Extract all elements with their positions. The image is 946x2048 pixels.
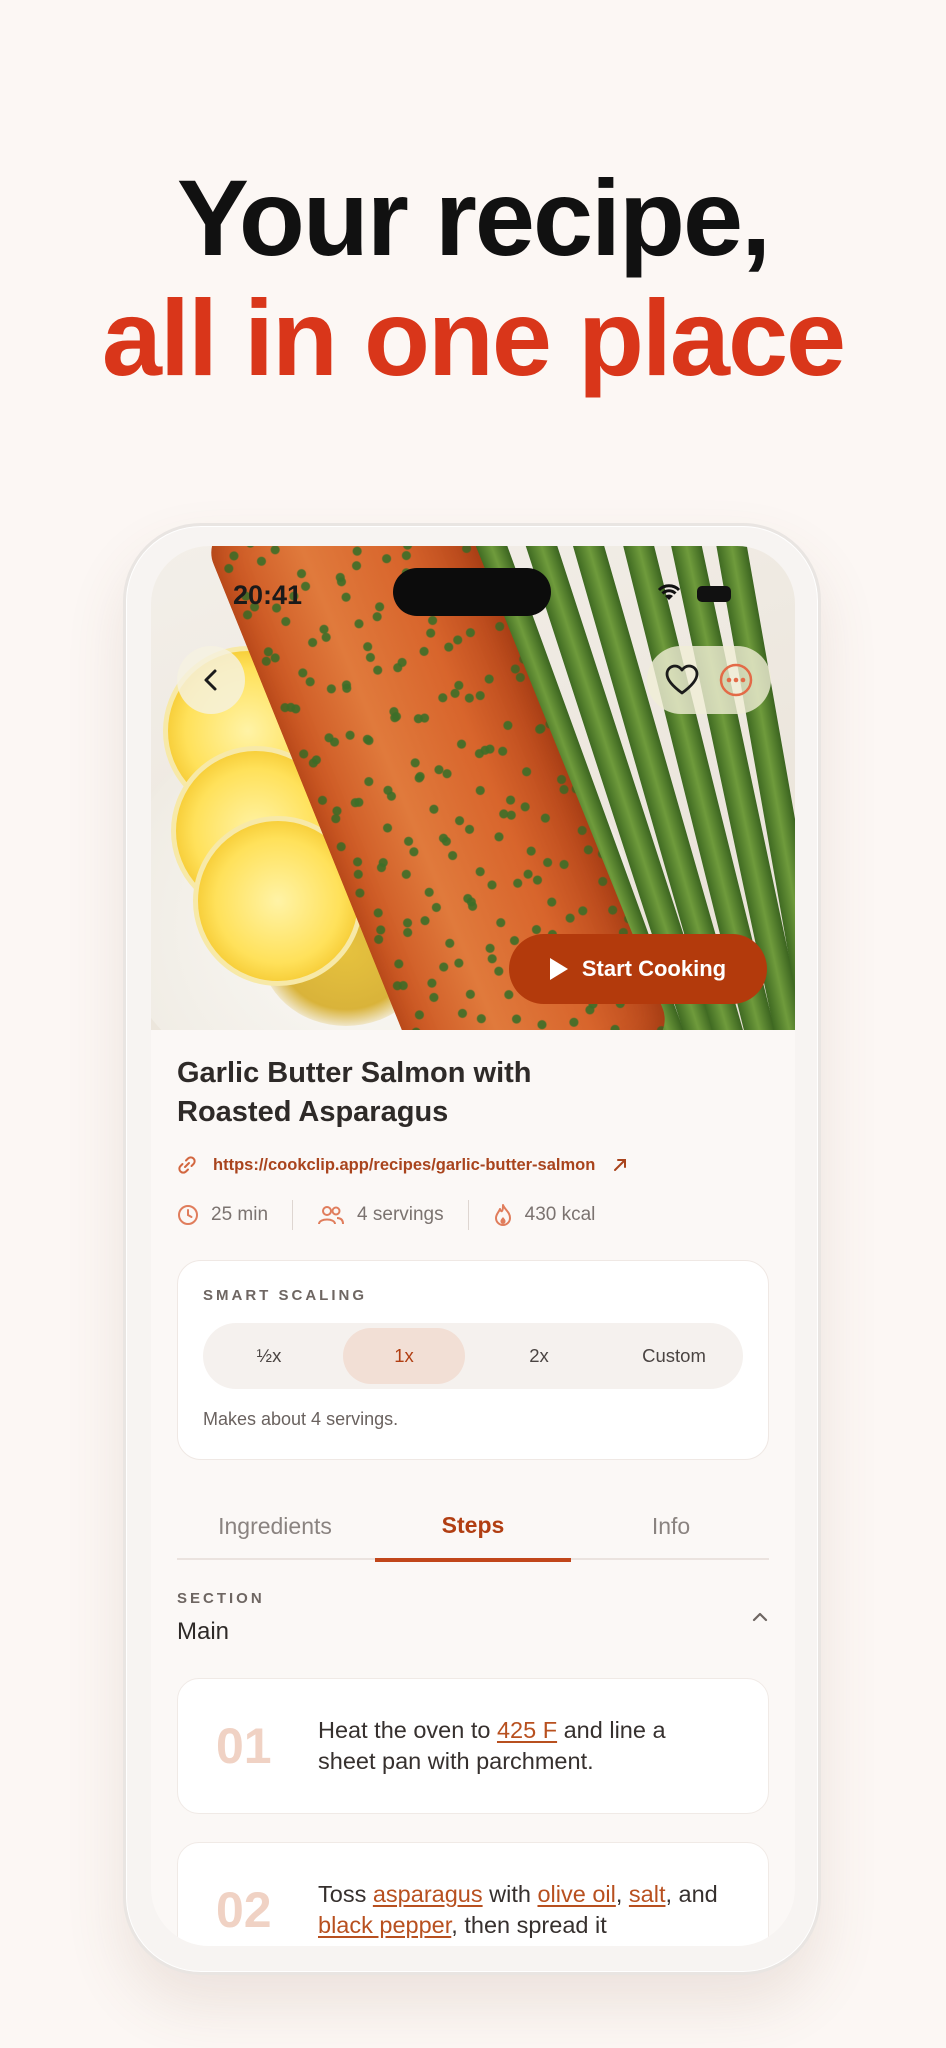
- scaling-note: Makes about 4 servings.: [203, 1409, 399, 1429]
- step-text-part: Heat the oven to: [318, 1717, 497, 1743]
- ingredient-link[interactable]: black pepper: [318, 1912, 451, 1938]
- temperature-link[interactable]: 425 F: [497, 1717, 557, 1743]
- step-text-part: , and: [665, 1881, 718, 1907]
- external-link-icon: [614, 1159, 627, 1171]
- time-value: 25 min: [211, 1204, 269, 1225]
- ingredient-link[interactable]: asparagus: [373, 1881, 483, 1907]
- status-time: 20:41: [233, 580, 303, 610]
- chevron-left-icon: [204, 669, 217, 691]
- scale-option-half[interactable]: ½x: [208, 1328, 330, 1384]
- smart-scaling-label: SMART SCALING: [203, 1287, 367, 1304]
- step-card[interactable]: 02 Toss asparagus with olive oil, salt, …: [177, 1842, 769, 1946]
- tab-steps[interactable]: Steps: [375, 1492, 571, 1562]
- recipe-title: Garlic Butter Salmon with Roasted Aspara…: [177, 1054, 597, 1132]
- start-cooking-label: Start Cooking: [581, 956, 727, 981]
- section-name: Main: [177, 1618, 230, 1645]
- meta-divider: [467, 1200, 469, 1230]
- step-text: Heat the oven to 425 F and line a sheet …: [318, 1715, 728, 1777]
- tab-ingredients[interactable]: Ingredients: [177, 1492, 373, 1560]
- tab-info[interactable]: Info: [573, 1492, 769, 1560]
- ingredient-link[interactable]: olive oil: [537, 1881, 615, 1907]
- step-card[interactable]: 01 Heat the oven to 425 F and line a she…: [177, 1678, 769, 1814]
- step-text-part: ,: [615, 1881, 629, 1907]
- clock-icon: [178, 1205, 198, 1225]
- more-button[interactable]: [713, 657, 759, 703]
- recipe-tabs: Ingredients Steps Info: [177, 1492, 769, 1562]
- heart-icon: [665, 664, 699, 695]
- ingredient-link[interactable]: salt: [629, 1881, 666, 1907]
- scaling-segmented-control: ½x 1x 2x Custom: [203, 1323, 743, 1389]
- start-cooking-button[interactable]: Start Cooking: [509, 934, 767, 1004]
- meta-divider: [292, 1200, 294, 1230]
- step-text-part: , then spread it: [451, 1912, 607, 1938]
- recipe-title-line-1: Garlic Butter Salmon with: [177, 1057, 532, 1089]
- section-label: SECTION: [177, 1590, 265, 1607]
- wifi-icon: [657, 584, 681, 600]
- back-button[interactable]: [177, 646, 245, 714]
- headline-line-2: all in one place: [101, 277, 846, 398]
- calories-value: 430 kcal: [524, 1204, 596, 1225]
- recipe-meta: 25 min 4 servings 430 kcal: [177, 1196, 595, 1234]
- scale-option-1x[interactable]: 1x: [343, 1328, 465, 1384]
- headline-line-1: Your recipe,: [176, 157, 771, 278]
- promo-headline: Your recipe, all in one place: [0, 158, 946, 398]
- time-meta: 25 min: [177, 1204, 268, 1226]
- dynamic-island: [393, 568, 551, 616]
- calories-meta: 430 kcal: [493, 1203, 596, 1227]
- source-link[interactable]: https://cookclip.app/recipes/garlic-butt…: [177, 1150, 629, 1180]
- servings-meta: 4 servings: [317, 1204, 444, 1226]
- step-text: Toss asparagus with olive oil, salt, and…: [318, 1879, 728, 1941]
- scale-option-custom[interactable]: Custom: [613, 1328, 735, 1384]
- recipe-title-line-2: Roasted Asparagus: [177, 1096, 449, 1128]
- step-number: 02: [216, 1882, 272, 1938]
- hero-photo: 20:41 Start Cooking: [151, 546, 795, 1030]
- link-icon: [178, 1156, 196, 1174]
- step-number: 01: [216, 1718, 272, 1774]
- flame-icon: [494, 1204, 511, 1226]
- favorite-button[interactable]: [659, 657, 705, 703]
- play-icon: [549, 958, 568, 980]
- source-url[interactable]: https://cookclip.app/recipes/garlic-butt…: [213, 1156, 595, 1175]
- smart-scaling-card: SMART SCALING ½x 1x 2x Custom Makes abou…: [177, 1260, 769, 1460]
- chevron-up-icon[interactable]: [749, 1606, 771, 1628]
- battery-icon: [697, 586, 731, 602]
- people-icon: [318, 1206, 345, 1225]
- step-text-part: Toss: [318, 1881, 373, 1907]
- servings-value: 4 servings: [357, 1204, 444, 1225]
- more-icon: [719, 663, 753, 697]
- phone-screen: 20:41 Start Cooking Garlic Butter Salmon…: [151, 546, 795, 1946]
- scale-option-2x[interactable]: 2x: [478, 1328, 600, 1384]
- action-pill: [647, 646, 771, 714]
- step-text-part: with: [482, 1881, 538, 1907]
